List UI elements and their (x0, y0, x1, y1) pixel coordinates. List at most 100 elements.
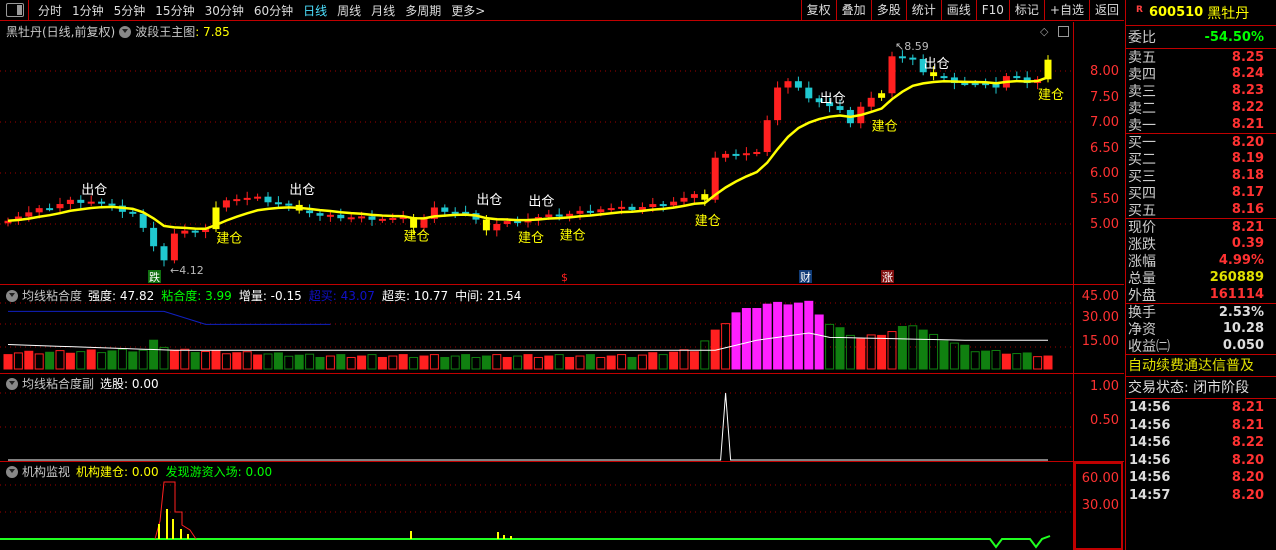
candle-body (77, 199, 85, 203)
axis-label: 7.00 (1090, 115, 1119, 130)
indicator-name[interactable]: 波段王主图 (135, 23, 195, 40)
quote-row: 买一 8.20 (1126, 133, 1276, 151)
strength-bar (804, 300, 814, 370)
candle-body (971, 83, 979, 86)
candle-body (129, 211, 137, 214)
event-marker-text: 涨 (882, 271, 893, 284)
strength-bar (762, 303, 772, 370)
pane-divider (0, 373, 1124, 374)
candle-body (139, 213, 147, 228)
tick-row: 14:56 8.21 (1126, 417, 1276, 435)
dropdown-icon[interactable] (6, 289, 18, 302)
candle-body (243, 197, 251, 200)
dropdown-icon[interactable] (6, 465, 18, 478)
quote-value: 8.21 (1231, 117, 1264, 132)
candle-body (753, 151, 761, 154)
candle-body (670, 201, 678, 206)
strength-bar (648, 352, 658, 370)
strength-bar (169, 349, 179, 370)
quote-value: 8.23 (1231, 83, 1264, 98)
candle-body (794, 81, 802, 88)
candle-body (1044, 59, 1052, 80)
strength-bar (211, 349, 221, 370)
quote-row: 卖二 8.22 (1126, 99, 1276, 117)
strength-bar (596, 356, 606, 370)
tick-price: 8.21 (1231, 400, 1264, 416)
strength-bar (918, 329, 928, 370)
quote-value: 8.24 (1231, 66, 1264, 81)
indicator-value: 机构建仓: 0.00 (76, 465, 159, 479)
candle-body (264, 196, 272, 203)
strength-bar (637, 354, 647, 370)
expand-icon[interactable] (1058, 26, 1069, 37)
strength-bar (263, 353, 273, 370)
candle-body (347, 217, 355, 220)
candle-body (66, 199, 74, 205)
strength-bar (367, 354, 377, 370)
strength-bar (107, 350, 117, 370)
candle-body (607, 208, 615, 211)
quote-row: 卖三 8.23 (1126, 82, 1276, 100)
dropdown-icon[interactable] (119, 25, 132, 38)
quote-row: 净资 10.28 (1126, 320, 1276, 338)
candle-body (254, 196, 262, 199)
candle-body (805, 87, 813, 99)
candle-body (389, 217, 397, 220)
candle-body (87, 201, 95, 204)
signal-in-label: 建仓 (872, 120, 898, 135)
quote-value: 0.050 (1222, 338, 1264, 353)
axis-label: 30.00 (1081, 310, 1119, 325)
candle-body (274, 202, 282, 205)
strength-bar (617, 354, 627, 370)
indicator-value: 增量: -0.15 (238, 289, 302, 303)
candle-body (441, 207, 449, 212)
strength-bar (13, 352, 23, 370)
candle-body (909, 57, 917, 60)
strength-bar (939, 340, 949, 370)
indicator-name[interactable]: 机构监视 (22, 463, 70, 480)
candle-body (35, 208, 43, 213)
institution-bar (166, 509, 168, 539)
axis-label: 45.00 (1081, 289, 1119, 304)
strength-bar (76, 351, 86, 370)
strength-bar (3, 354, 13, 370)
tick-list: 14:56 8.21 14:56 8.21 14:56 8.22 14:56 8.20 14:5… (1126, 398, 1276, 504)
strength-bar (658, 354, 668, 370)
strength-bar (377, 356, 387, 370)
strength-bar (1043, 355, 1053, 370)
signal-in-label: 建仓 (404, 229, 430, 244)
strength-bar (877, 334, 887, 370)
candle-body (56, 204, 64, 209)
indicator-name[interactable]: 均线粘合度 (22, 287, 82, 304)
strength-bar (949, 342, 959, 370)
quote-value: 0.39 (1231, 236, 1264, 251)
signal-in-label: 建仓 (695, 214, 721, 229)
strength-bar (689, 351, 699, 370)
candle-body (108, 203, 116, 206)
signal-out-label: 出仓 (81, 183, 107, 198)
quote-value: 8.22 (1231, 100, 1264, 115)
indicator-name[interactable]: 均线粘合度副 (22, 375, 94, 392)
strength-bar (429, 354, 439, 370)
strength-bar (669, 351, 679, 370)
notice-link[interactable]: 自动续费通达信普及 (1126, 354, 1276, 376)
indicator-value: 中间: 21.54 (455, 289, 522, 303)
candle-body (98, 201, 106, 204)
strength-bar (856, 338, 866, 370)
candle-body (545, 214, 553, 218)
candle-body (878, 93, 886, 98)
strength-bar (1012, 353, 1022, 370)
event-marker-text: 跌 (149, 270, 160, 284)
candle-body (337, 214, 345, 219)
axis-label: 6.50 (1090, 141, 1119, 156)
rzrq-badge: R (1136, 4, 1143, 15)
diamond-icon[interactable]: ◇ (1040, 25, 1048, 38)
candle-body (233, 199, 241, 202)
candle-body (306, 210, 314, 214)
pane-divider (0, 284, 1124, 285)
quote-row: 现价 8.21 (1126, 218, 1276, 236)
dropdown-icon[interactable] (6, 377, 18, 390)
candle-body (940, 76, 948, 79)
quote-value: 260889 (1209, 270, 1264, 285)
quote-value: 8.20 (1231, 134, 1264, 150)
